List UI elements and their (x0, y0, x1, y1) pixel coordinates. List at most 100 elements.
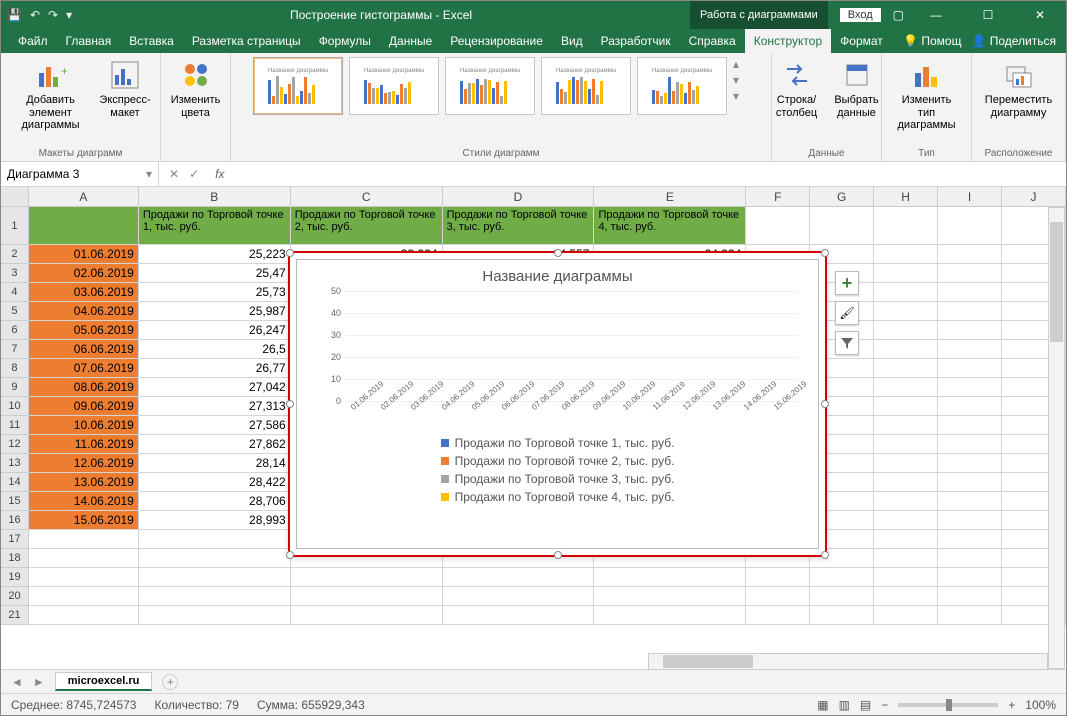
cell[interactable] (874, 530, 938, 549)
cell[interactable] (139, 530, 291, 549)
column-header[interactable]: G (810, 187, 874, 206)
cell[interactable] (594, 606, 746, 625)
column-header[interactable]: E (594, 187, 746, 206)
cell[interactable] (139, 606, 291, 625)
cell[interactable]: 28,14 (139, 454, 291, 473)
cell[interactable]: Продажи по Торговой точке 1, тыс. руб. (139, 207, 291, 245)
cancel-formula-icon[interactable]: ✕ (169, 167, 179, 181)
embedded-chart[interactable]: Название диаграммы 01020304050 01.06.201… (288, 251, 827, 557)
column-header[interactable]: C (291, 187, 443, 206)
cell[interactable]: 05.06.2019 (29, 321, 139, 340)
sheet-nav-first-icon[interactable]: ◄ (11, 675, 23, 689)
sheet-nav-last-icon[interactable]: ► (33, 675, 45, 689)
row-header[interactable]: 14 (1, 473, 29, 492)
cell[interactable] (938, 587, 1002, 606)
quick-layout-button[interactable]: Экспресс- макет (98, 57, 152, 121)
cell[interactable] (874, 587, 938, 606)
chart-filters-button[interactable] (835, 331, 859, 355)
cell[interactable]: 28,706 (139, 492, 291, 511)
tab-разработчик[interactable]: Разработчик (592, 29, 680, 53)
tell-me-icon[interactable]: 💡 Помощ (903, 34, 961, 48)
tab-формат[interactable]: Формат (831, 29, 892, 53)
row-header[interactable]: 10 (1, 397, 29, 416)
cell[interactable] (810, 207, 874, 245)
row-header[interactable]: 17 (1, 530, 29, 549)
cell[interactable]: 27,042 (139, 378, 291, 397)
minimize-icon[interactable]: — (916, 8, 956, 22)
column-header[interactable]: H (874, 187, 938, 206)
row-header[interactable]: 1 (1, 207, 29, 245)
chart-styles-button[interactable]: 🖌 (835, 301, 859, 325)
chart-style-thumb[interactable]: Название диаграммы (349, 57, 439, 115)
cell[interactable]: 26,77 (139, 359, 291, 378)
vertical-scrollbar[interactable] (1048, 207, 1065, 669)
cell[interactable]: 28,422 (139, 473, 291, 492)
cell[interactable]: Продажи по Торговой точке 4, тыс. руб. (594, 207, 746, 245)
column-header[interactable]: I (938, 187, 1002, 206)
sheet-tab[interactable]: microexcel.ru (55, 672, 153, 691)
cell[interactable]: 07.06.2019 (29, 359, 139, 378)
cell[interactable] (291, 568, 443, 587)
cell[interactable]: 11.06.2019 (29, 435, 139, 454)
cell[interactable] (874, 435, 938, 454)
cell[interactable]: 25,223 (139, 245, 291, 264)
cell[interactable]: Продажи по Торговой точке 3, тыс. руб. (443, 207, 595, 245)
undo-icon[interactable]: ↶ (30, 8, 40, 22)
cell[interactable] (938, 283, 1002, 302)
cell[interactable] (874, 321, 938, 340)
cell[interactable] (874, 492, 938, 511)
tab-вид[interactable]: Вид (552, 29, 592, 53)
share-button[interactable]: 👤 Поделиться (971, 34, 1056, 48)
chart-style-thumb[interactable]: Название диаграммы (637, 57, 727, 115)
cell[interactable] (874, 264, 938, 283)
cell[interactable] (938, 416, 1002, 435)
cell[interactable] (443, 568, 595, 587)
sign-in-button[interactable]: Вход (840, 8, 881, 22)
cell[interactable]: 26,247 (139, 321, 291, 340)
cell[interactable]: 14.06.2019 (29, 492, 139, 511)
cell[interactable]: 12.06.2019 (29, 454, 139, 473)
row-header[interactable]: 15 (1, 492, 29, 511)
horizontal-scrollbar[interactable] (648, 653, 1048, 670)
move-chart-button[interactable]: Переместить диаграмму (980, 57, 1057, 121)
cell[interactable] (443, 587, 595, 606)
qa-dropdown-icon[interactable]: ▾ (66, 8, 72, 22)
cell[interactable] (810, 568, 874, 587)
cell[interactable]: 27,862 (139, 435, 291, 454)
zoom-in-icon[interactable]: + (1008, 698, 1015, 712)
cell[interactable] (874, 302, 938, 321)
cell[interactable] (29, 587, 139, 606)
cell[interactable] (29, 606, 139, 625)
tab-конструктор[interactable]: Конструктор (745, 29, 831, 53)
row-header[interactable]: 4 (1, 283, 29, 302)
close-icon[interactable]: ✕ (1020, 8, 1060, 22)
cell[interactable] (938, 492, 1002, 511)
row-header[interactable]: 19 (1, 568, 29, 587)
cell[interactable] (874, 549, 938, 568)
cell[interactable] (938, 321, 1002, 340)
column-header[interactable]: B (139, 187, 291, 206)
cell[interactable] (938, 511, 1002, 530)
cell[interactable]: 27,313 (139, 397, 291, 416)
cell[interactable] (938, 454, 1002, 473)
cell[interactable] (938, 207, 1002, 245)
cell[interactable] (29, 549, 139, 568)
cell[interactable] (938, 359, 1002, 378)
row-header[interactable]: 12 (1, 435, 29, 454)
cell[interactable] (594, 587, 746, 606)
cell[interactable] (874, 207, 938, 245)
column-header[interactable]: D (443, 187, 595, 206)
cell[interactable] (938, 606, 1002, 625)
tab-формулы[interactable]: Формулы (310, 29, 380, 53)
tab-справка[interactable]: Справка (680, 29, 745, 53)
cell[interactable] (938, 340, 1002, 359)
cell[interactable] (874, 397, 938, 416)
row-header[interactable]: 18 (1, 549, 29, 568)
maximize-icon[interactable]: ☐ (968, 8, 1008, 22)
cell[interactable]: 25,987 (139, 302, 291, 321)
cell[interactable] (29, 530, 139, 549)
tab-вставка[interactable]: Вставка (120, 29, 183, 53)
cell[interactable] (874, 245, 938, 264)
chart-elements-button[interactable]: + (835, 271, 859, 295)
cell[interactable] (938, 473, 1002, 492)
